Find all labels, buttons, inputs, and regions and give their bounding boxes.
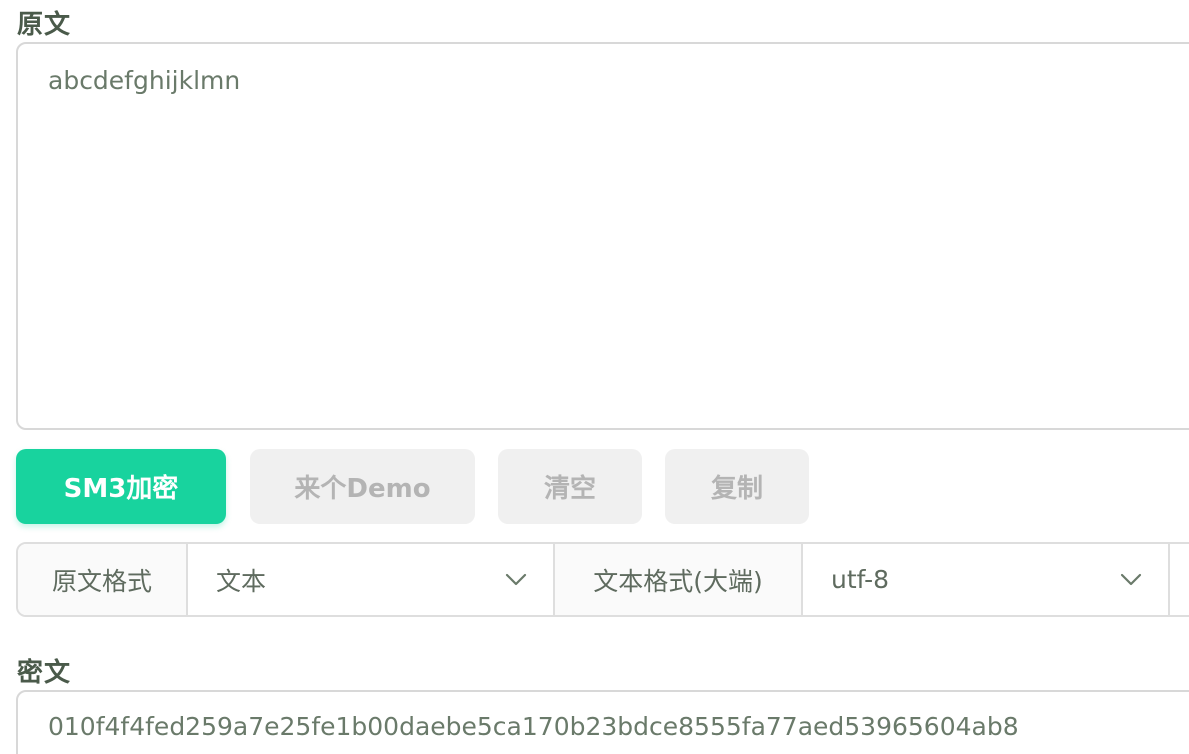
chevron-down-icon [1120, 573, 1142, 585]
copy-button[interactable]: 复制 [665, 449, 809, 524]
input-format-label: 原文格式 [18, 544, 188, 615]
format-options-bar: 原文格式 文本 文本格式(大端) utf-8 [16, 542, 1189, 617]
ciphertext-value: 010f4f4fed259a7e25fe1b00daebe5ca170b23bd… [48, 712, 1019, 741]
text-encoding-select[interactable]: utf-8 [803, 544, 1170, 615]
chevron-down-icon [505, 573, 527, 585]
input-format-value: 文本 [216, 566, 267, 596]
clear-button[interactable]: 清空 [498, 449, 642, 524]
format-bar-overflow [1170, 544, 1189, 615]
text-encoding-label: 文本格式(大端) [555, 544, 803, 615]
sm3-encrypt-page: 原文 abcdefghijklmn SM3加密 来个Demo 清空 复制 原文格… [0, 0, 1189, 754]
plaintext-textarea[interactable]: abcdefghijklmn [16, 42, 1189, 430]
ciphertext-label: 密文 [17, 658, 72, 688]
sm3-encrypt-button[interactable]: SM3加密 [16, 449, 226, 524]
demo-button[interactable]: 来个Demo [250, 449, 475, 524]
ciphertext-output[interactable]: 010f4f4fed259a7e25fe1b00daebe5ca170b23bd… [16, 690, 1189, 754]
plaintext-label: 原文 [17, 10, 72, 40]
input-format-select[interactable]: 文本 [188, 544, 555, 615]
text-encoding-value: utf-8 [831, 565, 890, 594]
plaintext-value: abcdefghijklmn [48, 66, 241, 95]
